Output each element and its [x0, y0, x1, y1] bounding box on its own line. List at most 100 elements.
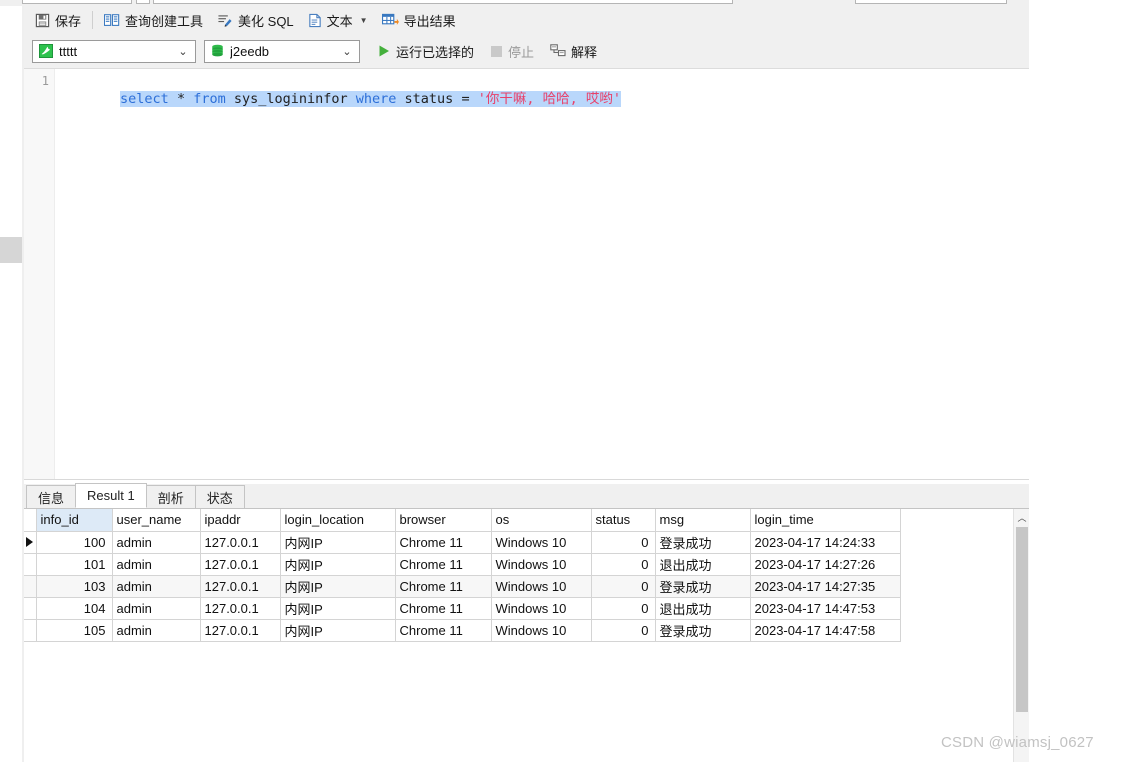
export-result-icon	[381, 13, 399, 28]
cell-login-location[interactable]: 内网IP	[279, 618, 396, 642]
cell-os[interactable]: Windows 10	[490, 618, 592, 642]
row-selector-cell[interactable]	[24, 596, 37, 620]
table-row[interactable]: 103 admin 127.0.0.1 内网IP Chrome 11 Windo…	[24, 574, 901, 598]
cell-info-id[interactable]: 105	[35, 618, 113, 642]
table-row[interactable]: 104 admin 127.0.0.1 内网IP Chrome 11 Windo…	[24, 596, 901, 620]
query-editor-panel: 保存 查询创建工具 美化 SQL 文本 ▼ 导出结果 ttttt ⌄ j2eed…	[24, 6, 1029, 762]
cell-login-location[interactable]: 内网IP	[279, 530, 396, 554]
tab-info[interactable]: 信息	[26, 485, 77, 508]
column-header-status[interactable]: status	[590, 509, 656, 532]
cell-login-time[interactable]: 2023-04-17 14:27:26	[749, 552, 901, 576]
cell-msg[interactable]: 登录成功	[654, 618, 751, 642]
cell-status[interactable]: 0	[590, 552, 656, 576]
cell-user-name[interactable]: admin	[111, 552, 201, 576]
row-selector-cell[interactable]	[24, 618, 37, 642]
row-selector-cell[interactable]	[24, 552, 37, 576]
cell-msg[interactable]: 退出成功	[654, 596, 751, 620]
chevron-down-icon[interactable]: ⌄	[341, 45, 353, 58]
cell-login-time[interactable]: 2023-04-17 14:47:58	[749, 618, 901, 642]
cell-info-id[interactable]: 103	[35, 574, 113, 598]
row-selector-cell[interactable]	[24, 574, 37, 598]
tab-status[interactable]: 状态	[194, 485, 245, 508]
cell-user-name[interactable]: admin	[111, 596, 201, 620]
connection-icon	[39, 44, 53, 58]
results-vertical-scrollbar[interactable]: ︿	[1013, 509, 1029, 762]
cell-ipaddr[interactable]: 127.0.0.1	[199, 530, 281, 554]
toolbar-separator-1	[92, 11, 94, 29]
cell-msg[interactable]: 登录成功	[654, 530, 751, 554]
explain-button[interactable]: 解释	[543, 39, 604, 63]
cell-ipaddr[interactable]: 127.0.0.1	[199, 618, 281, 642]
query-builder-button[interactable]: 查询创建工具	[97, 8, 210, 32]
column-header-browser[interactable]: browser	[394, 509, 492, 532]
cell-browser[interactable]: Chrome 11	[394, 574, 492, 598]
cell-os[interactable]: Windows 10	[490, 596, 592, 620]
stop-button: 停止	[483, 39, 541, 63]
scroll-up-arrow-icon[interactable]: ︿	[1014, 509, 1030, 525]
cell-msg[interactable]: 登录成功	[654, 574, 751, 598]
left-splitter-rail[interactable]	[0, 6, 22, 762]
play-icon	[377, 44, 391, 58]
cell-info-id[interactable]: 101	[35, 552, 113, 576]
cell-login-time[interactable]: 2023-04-17 14:47:53	[749, 596, 901, 620]
run-selected-button[interactable]: 运行已选择的	[370, 39, 481, 63]
cell-os[interactable]: Windows 10	[490, 574, 592, 598]
cell-login-time[interactable]: 2023-04-17 14:24:33	[749, 530, 901, 554]
tab-profile[interactable]: 剖析	[145, 485, 196, 508]
cell-browser[interactable]: Chrome 11	[394, 618, 492, 642]
cell-ipaddr[interactable]: 127.0.0.1	[199, 596, 281, 620]
chevron-down-icon[interactable]: ⌄	[177, 45, 189, 58]
column-header-login-location[interactable]: login_location	[279, 509, 396, 532]
export-result-button[interactable]: 导出结果	[375, 8, 463, 32]
column-header-ipaddr[interactable]: ipaddr	[199, 509, 281, 532]
cell-os[interactable]: Windows 10	[490, 530, 592, 554]
sql-editor[interactable]: 1 select * from sys_logininfor where sta…	[24, 68, 1029, 480]
table-row[interactable]: 100 admin 127.0.0.1 内网IP Chrome 11 Windo…	[24, 530, 901, 554]
run-selected-label: 运行已选择的	[396, 44, 475, 60]
save-button[interactable]: 保存	[28, 8, 88, 32]
row-selector-header	[24, 509, 37, 532]
explain-button-label: 解释	[571, 44, 598, 60]
cell-login-time[interactable]: 2023-04-17 14:27:35	[749, 574, 901, 598]
table-row[interactable]: 101 admin 127.0.0.1 内网IP Chrome 11 Windo…	[24, 552, 901, 576]
column-header-user-name[interactable]: user_name	[111, 509, 201, 532]
sql-code[interactable]: select * from sys_logininfor where statu…	[55, 74, 621, 125]
beautify-sql-button[interactable]: 美化 SQL	[210, 8, 301, 32]
column-header-os[interactable]: os	[490, 509, 592, 532]
result-grid-container[interactable]: info_id user_name ipaddr login_location …	[24, 509, 1029, 762]
cell-msg[interactable]: 退出成功	[654, 552, 751, 576]
cell-info-id[interactable]: 100	[35, 530, 113, 554]
cell-login-location[interactable]: 内网IP	[279, 552, 396, 576]
cell-login-location[interactable]: 内网IP	[279, 574, 396, 598]
cell-status[interactable]: 0	[590, 574, 656, 598]
column-header-msg[interactable]: msg	[654, 509, 751, 532]
row-selector-cell[interactable]	[24, 530, 37, 554]
cell-user-name[interactable]: admin	[111, 618, 201, 642]
column-header-login-time[interactable]: login_time	[749, 509, 901, 532]
cell-login-location[interactable]: 内网IP	[279, 596, 396, 620]
cell-os[interactable]: Windows 10	[490, 552, 592, 576]
cell-info-id[interactable]: 104	[35, 596, 113, 620]
cell-status[interactable]: 0	[590, 618, 656, 642]
cell-browser[interactable]: Chrome 11	[394, 552, 492, 576]
chevron-down-icon[interactable]: ▼	[360, 16, 368, 25]
connection-select[interactable]: ttttt ⌄	[32, 39, 196, 63]
left-splitter-handle[interactable]	[0, 237, 22, 263]
cell-ipaddr[interactable]: 127.0.0.1	[199, 552, 281, 576]
tab-result-1[interactable]: Result 1	[75, 483, 147, 508]
cell-ipaddr[interactable]: 127.0.0.1	[199, 574, 281, 598]
cell-status[interactable]: 0	[590, 530, 656, 554]
cell-status[interactable]: 0	[590, 596, 656, 620]
cell-user-name[interactable]: admin	[111, 574, 201, 598]
column-header-info-id[interactable]: info_id	[35, 509, 113, 532]
sql-token-from: from	[193, 91, 226, 107]
text-button[interactable]: 文本 ▼	[301, 8, 375, 32]
database-select[interactable]: j2eedb ⌄	[204, 39, 360, 63]
table-row[interactable]: 105 admin 127.0.0.1 内网IP Chrome 11 Windo…	[24, 618, 901, 642]
cell-browser[interactable]: Chrome 11	[394, 530, 492, 554]
scrollbar-thumb[interactable]	[1016, 527, 1028, 712]
cell-user-name[interactable]: admin	[111, 530, 201, 554]
sql-selection[interactable]: select * from sys_logininfor where statu…	[120, 91, 621, 107]
app-window: 保存 查询创建工具 美化 SQL 文本 ▼ 导出结果 ttttt ⌄ j2eed…	[0, 0, 1121, 762]
cell-browser[interactable]: Chrome 11	[394, 596, 492, 620]
